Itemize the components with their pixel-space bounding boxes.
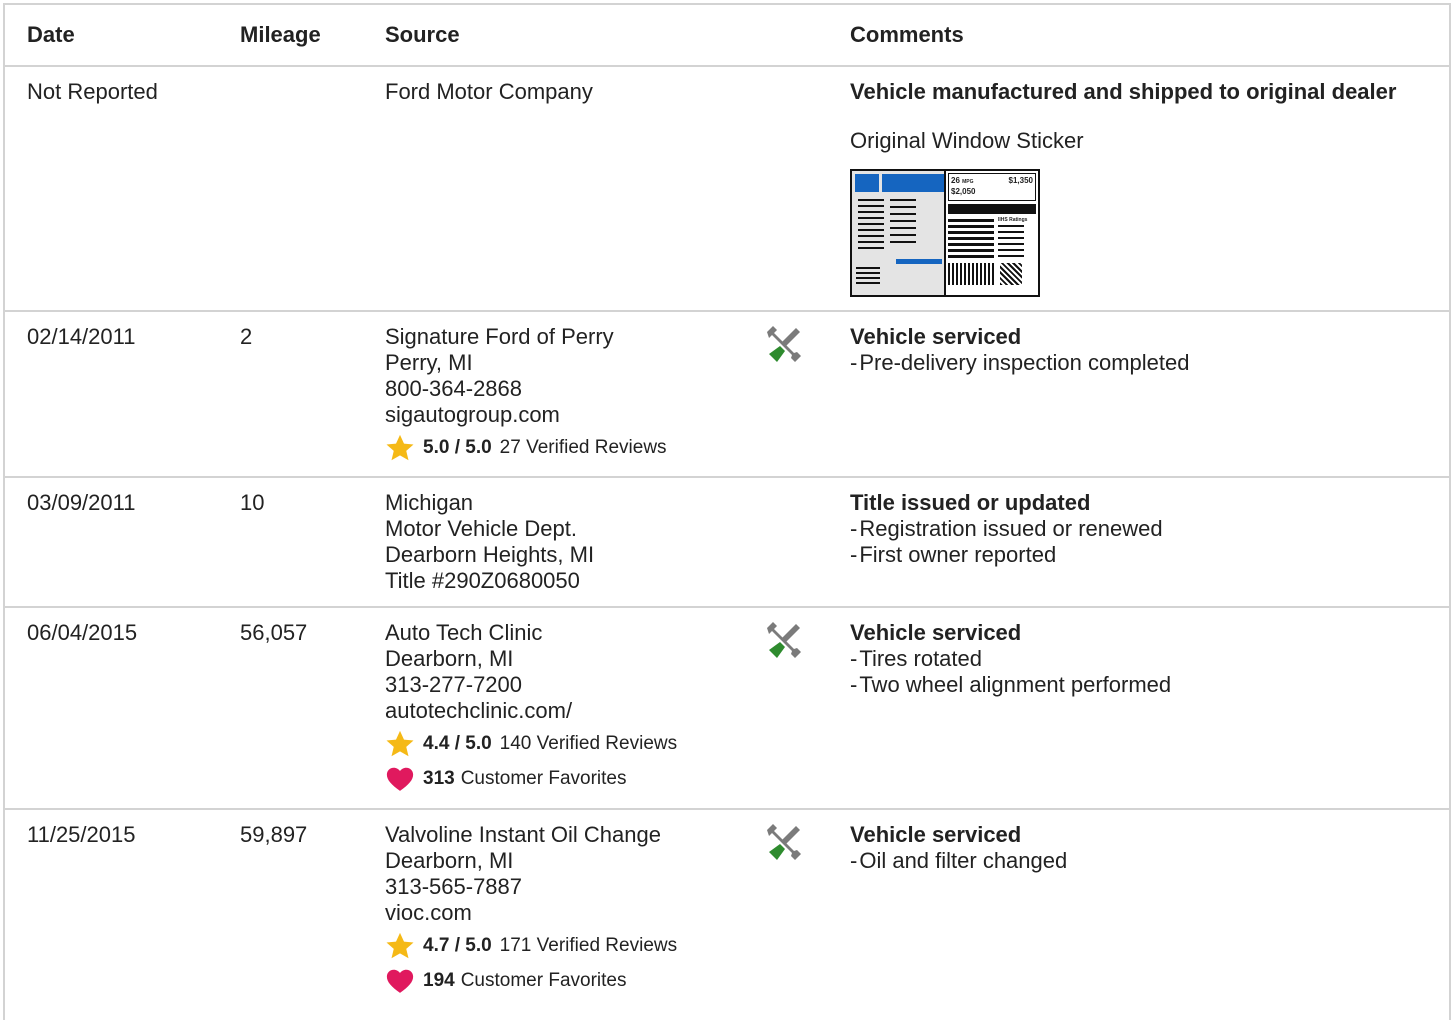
comment-title: Title issued or updated [850, 490, 1091, 515]
favorites-label: Customer Favorites [460, 970, 627, 991]
row-mileage: 2 [240, 324, 253, 349]
source-website[interactable]: sigautogroup.com [385, 402, 743, 428]
comment-title: Vehicle serviced [850, 822, 1022, 847]
source-title-number: Title #290Z0680050 [385, 568, 580, 593]
table-row: 11/25/2015 59,897 Valvoline Instant Oil … [5, 810, 1449, 1020]
comment-title: Vehicle manufactured and shipped to orig… [850, 79, 1397, 104]
source-location: Dearborn Heights, MI [385, 542, 595, 567]
wrench-screwdriver-icon [767, 824, 801, 860]
source-name: Michigan [385, 490, 474, 515]
rating-score: 4.4 / 5.0 [423, 733, 492, 754]
row-source: Auto Tech Clinic Dearborn, MI 313-277-72… [363, 620, 743, 808]
header-mileage: Mileage [240, 22, 321, 47]
sticker-mpg: 26 [951, 176, 960, 185]
row-mileage: 59,897 [240, 822, 308, 847]
window-sticker-thumbnail[interactable]: 26 MPG $1,350 $2,050 IIHS Ratings [850, 169, 1040, 297]
source-location: Perry, MI [385, 350, 473, 375]
row-source: Ford Motor Company [363, 79, 743, 310]
row-date: 03/09/2011 [27, 490, 136, 515]
comment-item: Pre-delivery inspection completed [850, 350, 1449, 376]
table-header: Date Mileage Source Comments [5, 5, 1449, 67]
comment-item: Tires rotated [850, 646, 1449, 672]
comment-item: Oil and filter changed [850, 848, 1449, 874]
row-comments: Title issued or updated Registration iss… [828, 490, 1449, 606]
row-date: Not Reported [27, 79, 158, 104]
row-comments: Vehicle serviced Pre-delivery inspection… [828, 324, 1449, 476]
row-icon-cell [743, 620, 828, 808]
header-comments: Comments [850, 22, 964, 47]
comment-item: First owner reported [850, 542, 1449, 568]
row-date: 06/04/2015 [27, 620, 138, 645]
source-name: Valvoline Instant Oil Change [385, 822, 661, 847]
rating-score: 4.7 / 5.0 [423, 935, 492, 956]
rating-score: 5.0 / 5.0 [423, 437, 492, 458]
source-phone: 313-565-7887 [385, 874, 523, 899]
sticker-right-panel: 26 MPG $1,350 $2,050 IIHS Ratings [946, 171, 1038, 295]
source-website[interactable]: vioc.com [385, 900, 743, 926]
sticker-ratings: IIHS Ratings [998, 217, 1028, 223]
row-comments: Vehicle manufactured and shipped to orig… [828, 79, 1449, 310]
comment-item: Two wheel alignment performed [850, 672, 1449, 698]
wrench-screwdriver-icon [767, 326, 801, 362]
header-source: Source [385, 22, 460, 47]
wrench-screwdriver-icon [767, 622, 801, 658]
row-comments: Vehicle serviced Tires rotated Two wheel… [828, 620, 1449, 808]
source-phone: 800-364-2868 [385, 376, 523, 401]
heart-icon [386, 969, 414, 993]
window-sticker-label: Original Window Sticker [850, 128, 1084, 153]
comment-item: Registration issued or renewed [850, 516, 1449, 542]
star-icon [386, 932, 414, 959]
sticker-left-panel [852, 171, 946, 295]
favorites-count: 194 [423, 970, 455, 991]
row-mileage [218, 79, 363, 310]
source-rating[interactable]: 5.0 / 5.0 27 Verified Reviews [385, 433, 743, 463]
table-row: 06/04/2015 56,057 Auto Tech Clinic Dearb… [5, 608, 1449, 810]
row-source: Michigan Motor Vehicle Dept. Dearborn He… [363, 490, 743, 606]
row-mileage: 10 [240, 490, 265, 515]
source-location: Dearborn, MI [385, 646, 514, 671]
sticker-mpg-unit: MPG [962, 179, 974, 185]
source-website[interactable]: autotechclinic.com/ [385, 698, 743, 724]
source-rating[interactable]: 4.4 / 5.0 140 Verified Reviews [385, 729, 743, 759]
favorites-label: Customer Favorites [460, 768, 627, 789]
row-icon-cell [743, 79, 828, 310]
table-row: Not Reported Ford Motor Company Vehicle … [5, 67, 1449, 312]
header-date: Date [27, 22, 75, 47]
row-icon-cell [743, 822, 828, 1020]
favorites-count: 313 [423, 768, 455, 789]
table-row: 02/14/2011 2 Signature Ford of Perry Per… [5, 312, 1449, 478]
source-dept: Motor Vehicle Dept. [385, 516, 577, 541]
row-icon-cell [743, 324, 828, 476]
source-name: Auto Tech Clinic [385, 620, 543, 645]
row-date: 11/25/2015 [27, 822, 136, 847]
rating-reviews: 171 Verified Reviews [499, 935, 678, 956]
source-favorites[interactable]: 194 Customer Favorites [385, 966, 743, 996]
row-source: Signature Ford of Perry Perry, MI 800-36… [363, 324, 743, 476]
source-rating[interactable]: 4.7 / 5.0 171 Verified Reviews [385, 931, 743, 961]
row-date: 02/14/2011 [27, 324, 136, 349]
star-icon [386, 730, 414, 757]
row-source: Valvoline Instant Oil Change Dearborn, M… [363, 822, 743, 1020]
source-phone: 313-277-7200 [385, 672, 523, 697]
heart-icon [386, 767, 414, 791]
source-location: Dearborn, MI [385, 848, 514, 873]
sticker-cost: $2,050 [951, 187, 976, 196]
comment-title: Vehicle serviced [850, 324, 1022, 349]
vehicle-history-table: Date Mileage Source Comments Not Reporte… [3, 3, 1451, 1020]
row-icon-cell [743, 490, 828, 606]
star-icon [386, 434, 414, 461]
sticker-save: $1,350 [1008, 176, 1033, 185]
row-comments: Vehicle serviced Oil and filter changed [828, 822, 1449, 1020]
source-favorites[interactable]: 313 Customer Favorites [385, 764, 743, 794]
row-mileage: 56,057 [240, 620, 308, 645]
source-line: Ford Motor Company [385, 79, 593, 104]
rating-reviews: 140 Verified Reviews [499, 733, 678, 754]
source-name: Signature Ford of Perry [385, 324, 614, 349]
rating-reviews: 27 Verified Reviews [499, 437, 667, 458]
table-row: 03/09/2011 10 Michigan Motor Vehicle Dep… [5, 478, 1449, 608]
comment-title: Vehicle serviced [850, 620, 1022, 645]
